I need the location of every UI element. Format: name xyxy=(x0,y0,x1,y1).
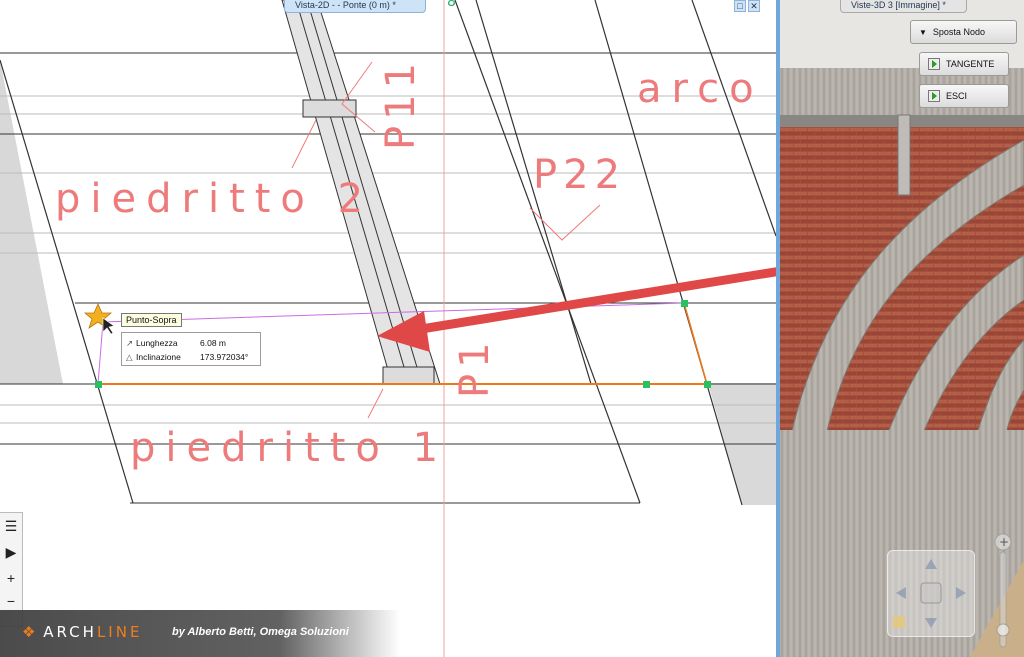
svg-text:+: + xyxy=(999,535,1009,549)
snap-marker-icon xyxy=(83,303,115,335)
label-piedritto-1: piedritto 1 xyxy=(130,425,449,471)
exit-button[interactable]: ESCI xyxy=(919,84,1009,108)
angle-icon: △ xyxy=(126,351,133,362)
navigation-pad[interactable] xyxy=(887,550,975,637)
incline-label: Inclinazione xyxy=(136,352,181,362)
maximize-icon[interactable]: □ xyxy=(734,0,746,12)
length-label: Lunghezza xyxy=(136,338,178,348)
play-icon xyxy=(928,58,940,70)
logo-diamond-icon: ❖ xyxy=(22,623,36,641)
node-handle[interactable] xyxy=(704,381,711,388)
snap-tooltip: Punto-Sopra xyxy=(121,313,182,327)
list-icon[interactable]: ☰ xyxy=(0,513,22,539)
author-byline: by Alberto Betti, Omega Soluzioni xyxy=(172,626,349,638)
column-base xyxy=(382,366,435,385)
label-p11: P11 xyxy=(378,56,424,150)
move-node-label: Sposta Nodo xyxy=(932,27,985,37)
measure-info-box: ↗ Lunghezza 6.08 m △ Inclinazione 173.97… xyxy=(121,332,261,366)
exit-label: ESCI xyxy=(946,91,968,101)
wall-section-left xyxy=(0,60,63,384)
minus-icon[interactable]: − xyxy=(0,591,22,611)
close-icon[interactable]: ✕ xyxy=(748,0,760,12)
label-piedritto-2: piedritto 2 xyxy=(55,176,374,222)
node-handle[interactable] xyxy=(681,300,688,307)
move-node-button[interactable]: ▼ Sposta Nodo xyxy=(910,20,1017,44)
view-2d-canvas[interactable]: arco piedritto 2 piedritto 1 P22 P11 P1 … xyxy=(0,0,776,657)
label-arco: arco xyxy=(637,66,764,112)
tab-view-2d[interactable]: Vista-2D - - Ponte (0 m) * xyxy=(284,0,426,13)
archline-logo: ❖ ARCHLINE xyxy=(22,623,143,641)
play-icon[interactable]: ▶ xyxy=(0,539,22,565)
nav-arrows-icon xyxy=(893,559,966,628)
tangent-button[interactable]: TANGENTE xyxy=(919,52,1009,76)
label-p1: P1 xyxy=(452,336,498,398)
selected-segment-side[interactable] xyxy=(683,302,708,385)
node-handle[interactable] xyxy=(95,381,102,388)
incline-value: 173.972034° xyxy=(200,352,249,362)
node-handle[interactable] xyxy=(643,381,650,388)
zoom-slider[interactable]: + xyxy=(994,530,1012,650)
chevron-down-icon: ▼ xyxy=(919,27,927,37)
label-p22: P22 xyxy=(533,152,627,198)
axis-marker: 8 xyxy=(447,0,456,10)
window-buttons: □ ✕ xyxy=(734,0,760,12)
length-value: 6.08 m xyxy=(200,338,226,348)
play-icon xyxy=(928,90,940,102)
tangent-label: TANGENTE xyxy=(946,59,995,69)
tab-view-3d[interactable]: Viste-3D 3 [Immagine] * xyxy=(840,0,967,13)
length-icon: ↗ xyxy=(126,337,134,348)
plus-icon[interactable]: + xyxy=(0,565,22,591)
